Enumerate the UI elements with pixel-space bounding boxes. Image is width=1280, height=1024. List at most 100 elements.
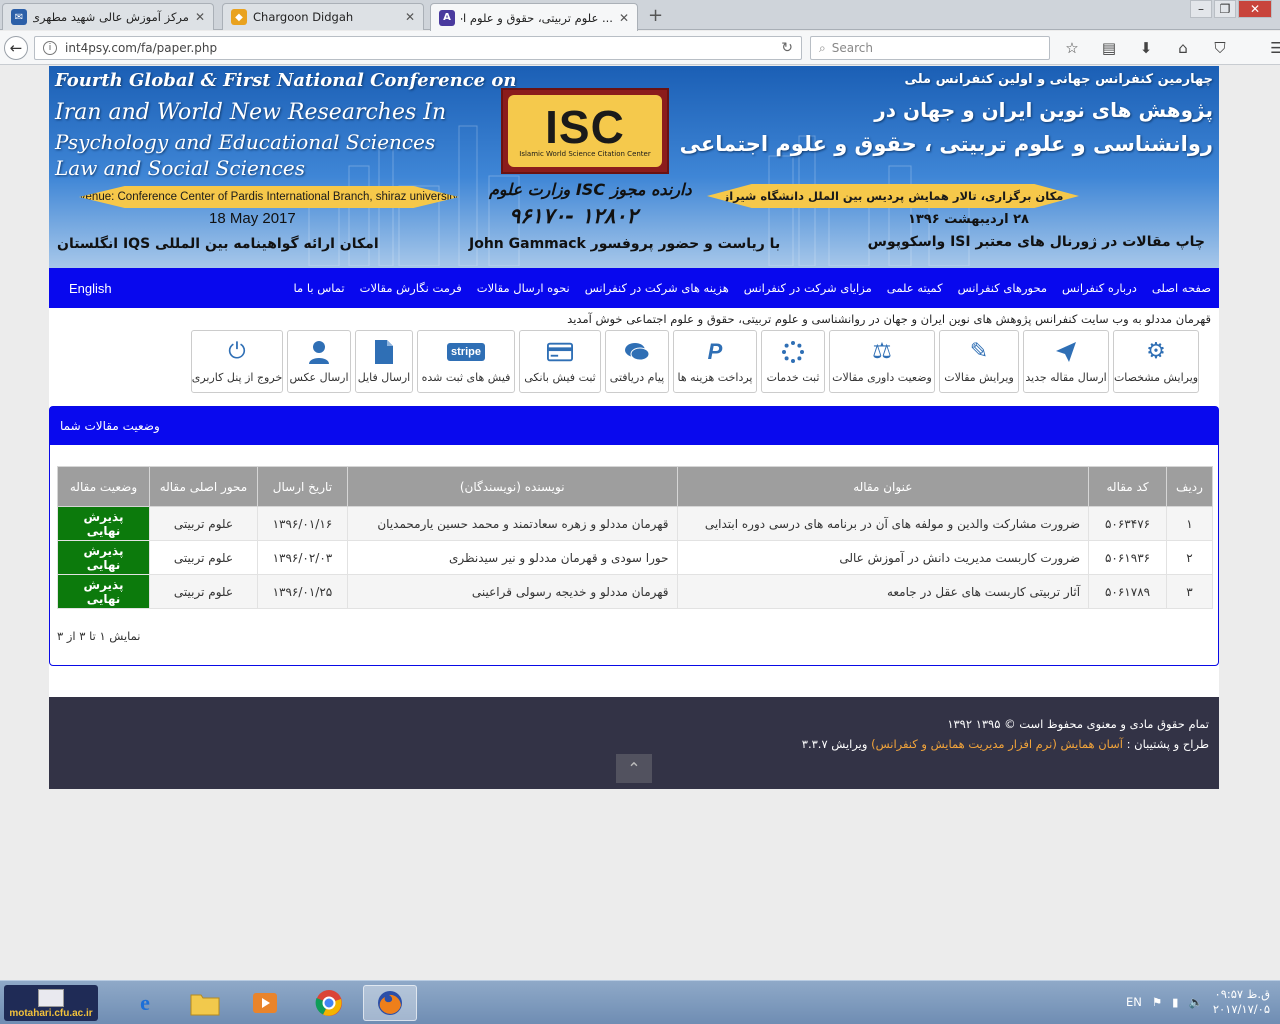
address-bar[interactable]: i int4psy.com/fa/paper.php ↻ — [34, 36, 802, 60]
send-file-button[interactable]: ارسال فایل — [355, 330, 413, 393]
start-button[interactable]: motahari.cfu.ac.ir — [4, 985, 98, 1021]
column-header[interactable]: وضعیت مقاله — [56, 466, 151, 507]
action-label: پیام دریافتی — [609, 371, 665, 384]
nav-item-benefits[interactable]: مزایای شرکت در کنفرانس — [744, 281, 872, 295]
nav-item-submission[interactable]: نحوه ارسال مقالات — [477, 281, 570, 295]
papers-status-panel: وضعیت مقالات شما ردیف کد مقاله عنوان مقا… — [49, 406, 1219, 666]
network-icon[interactable]: ▮ — [1172, 995, 1178, 1009]
register-receipt-button[interactable]: ثبت فیش بانکی — [519, 330, 601, 393]
action-center-flag-icon[interactable]: ⚑ — [1152, 995, 1162, 1009]
new-tab-icon[interactable]: + — [648, 5, 663, 26]
browser-tab[interactable]: ◆ Chargoon Didgah ✕ — [222, 3, 424, 30]
paper-code: ۵۰۶۱۹۳۶ — [1088, 540, 1168, 575]
review-status-button[interactable]: ⚖ وضعیت داوری مقالات — [829, 330, 935, 393]
firefox-icon[interactable] — [363, 985, 417, 1021]
english-link[interactable]: English — [69, 281, 112, 296]
scroll-to-top-button[interactable]: ⌃ — [616, 754, 652, 783]
download-icon[interactable]: ⬇ — [1134, 36, 1158, 60]
copyright-text: تمام حقوق مادی و معنوی محفوظ است © ۱۳۹۵ … — [947, 717, 1209, 731]
chrome-icon[interactable] — [302, 985, 356, 1021]
column-header[interactable]: کد مقاله — [1088, 466, 1168, 507]
column-header[interactable]: محور اصلی مقاله — [149, 466, 258, 507]
file-explorer-icon[interactable] — [178, 985, 232, 1021]
nav-item-topics[interactable]: محورهای کنفرانس — [958, 281, 1047, 295]
paper-title: ضرورت کاربست مدیریت دانش در آموزش عالی — [676, 540, 1090, 575]
new-paper-button[interactable]: ارسال مقاله جدید — [1023, 330, 1109, 393]
paper-topic: علوم تربیتی — [149, 506, 258, 541]
column-header[interactable]: ردیف — [1166, 466, 1213, 507]
banner-license-number: ۱۲۸۰۲ -۹۶۱۷۰ — [509, 204, 638, 228]
banner-en-subtitle: Iran and World New Researches In — [55, 100, 447, 125]
reading-list-icon[interactable]: ▤ — [1097, 36, 1121, 60]
restore-icon[interactable]: ❐ — [1214, 0, 1236, 18]
bookmark-star-icon[interactable]: ☆ — [1060, 36, 1084, 60]
action-label: ثبت فیش بانکی — [524, 371, 596, 384]
chat-icon — [624, 339, 650, 365]
nav-item-contact[interactable]: تماس با ما — [294, 281, 345, 295]
close-tab-icon[interactable]: ✕ — [405, 10, 415, 24]
back-arrow-icon[interactable]: ← — [4, 36, 28, 60]
reload-icon[interactable]: ↻ — [781, 40, 793, 56]
close-window-icon[interactable]: ✕ — [1238, 0, 1272, 18]
welcome-message: قهرمان مددلو به وب سایت کنفرانس پژوهش ها… — [567, 312, 1211, 326]
search-input[interactable]: ⌕ Search — [810, 36, 1050, 60]
tab-title: مرکز آموزش عالی شهید مطهری خوی — [33, 10, 189, 24]
nav-item-committee[interactable]: کمیته علمی — [887, 281, 943, 295]
search-placeholder: Search — [831, 41, 873, 55]
row-number: ۲ — [1166, 540, 1213, 575]
banner-en-subtitle: Psychology and Educational Sciences — [55, 130, 436, 154]
nav-item-format[interactable]: فرمت نگارش مقالات — [360, 281, 462, 295]
messages-button[interactable]: پیام دریافتی — [605, 330, 669, 393]
action-label: فیش های ثبت شده — [421, 371, 511, 384]
submit-date: ۱۳۹۶/۰۱/۱۶ — [256, 506, 348, 541]
browser-tab-active[interactable]: A ... علوم تربیتی، حقوق و علوم اجتماعی ✕ — [430, 3, 638, 31]
paper-code: ۵۰۶۱۷۸۹ — [1088, 574, 1168, 609]
action-label: ارسال عکس — [289, 371, 349, 384]
media-player-icon[interactable] — [238, 985, 292, 1021]
isc-logo: ISC Islamic World Science Citation Cente… — [501, 88, 669, 174]
logout-button[interactable]: ⏻ خروج از پنل کاربری — [191, 330, 283, 393]
table-row: ۳ ۵۰۶۱۷۸۹ آثار تربیتی کاربست های عقل در … — [56, 574, 1213, 609]
pagination-info: نمایش ۱ تا ۳ از ۳ — [57, 629, 141, 643]
taskbar-clock[interactable]: ق.ظ ۰۹:۵۷ ۲۰۱۷/۱۷/۰۵ — [1213, 987, 1270, 1017]
edit-profile-button[interactable]: ⚙ ویرایش مشخصات — [1113, 330, 1199, 393]
column-header[interactable]: نویسنده (نویسندگان) — [346, 466, 678, 507]
site-favicon-icon: A — [439, 9, 455, 26]
url-text: int4psy.com/fa/paper.php — [65, 41, 218, 55]
nav-item-fees[interactable]: هزینه های شرکت در کنفرانس — [585, 281, 729, 295]
language-indicator[interactable]: EN — [1126, 995, 1142, 1009]
minimize-icon[interactable]: – — [1190, 0, 1212, 18]
status-badge: پذیرش نهایی — [56, 574, 151, 609]
clock-time: ق.ظ ۰۹:۵۷ — [1214, 987, 1270, 1001]
browser-toolbar: ← i int4psy.com/fa/paper.php ↻ ⌕ Search … — [0, 31, 1280, 65]
browser-tab[interactable]: ✉ مرکز آموزش عالی شهید مطهری خوی ✕ — [2, 3, 214, 30]
action-label: ویرایش مشخصات — [1113, 371, 1199, 384]
file-icon — [371, 339, 397, 365]
paper-authors: قهرمان مددلو و زهره سعادتمند و محمد حسین… — [346, 506, 678, 541]
close-tab-icon[interactable]: ✕ — [195, 10, 205, 24]
column-header[interactable]: تاریخ ارسال — [256, 466, 348, 507]
pocket-icon[interactable]: ⛉ — [1208, 36, 1232, 60]
internet-explorer-icon[interactable]: e — [118, 985, 172, 1021]
tab-title: ... علوم تربیتی، حقوق و علوم اجتماعی — [461, 10, 613, 25]
designer-link[interactable]: آسان همایش (نرم افزار مدیریت همایش و کنف… — [871, 737, 1123, 751]
registered-receipts-button[interactable]: stripe فیش های ثبت شده — [417, 330, 515, 393]
spinner-icon — [780, 339, 806, 365]
menu-hamburger-icon[interactable]: ☰ — [1265, 36, 1280, 60]
pay-fees-button[interactable]: P پرداخت هزینه ها — [673, 330, 757, 393]
page-footer: تمام حقوق مادی و معنوی محفوظ است © ۱۳۹۵ … — [49, 697, 1219, 789]
nav-item-about[interactable]: درباره کنفرانس — [1062, 281, 1137, 295]
home-icon[interactable]: ⌂ — [1171, 36, 1195, 60]
isc-logo-text: ISC — [545, 101, 625, 153]
table-header-row: ردیف کد مقاله عنوان مقاله نویسنده (نویسن… — [56, 466, 1213, 507]
volume-icon[interactable]: 🔈 — [1189, 995, 1203, 1009]
register-services-button[interactable]: ثبت خدمات — [761, 330, 825, 393]
close-tab-icon[interactable]: ✕ — [619, 11, 629, 25]
column-header[interactable]: عنوان مقاله — [676, 466, 1090, 507]
action-label: ثبت خدمات — [766, 371, 820, 384]
paper-title: آثار تربیتی کاربست های عقل در جامعه — [676, 574, 1090, 609]
nav-item-home[interactable]: صفحه اصلی — [1152, 281, 1211, 295]
send-photo-button[interactable]: ارسال عکس — [287, 330, 351, 393]
edit-papers-button[interactable]: ✎ ویرایش مقالات — [939, 330, 1019, 393]
info-icon[interactable]: i — [43, 41, 57, 55]
